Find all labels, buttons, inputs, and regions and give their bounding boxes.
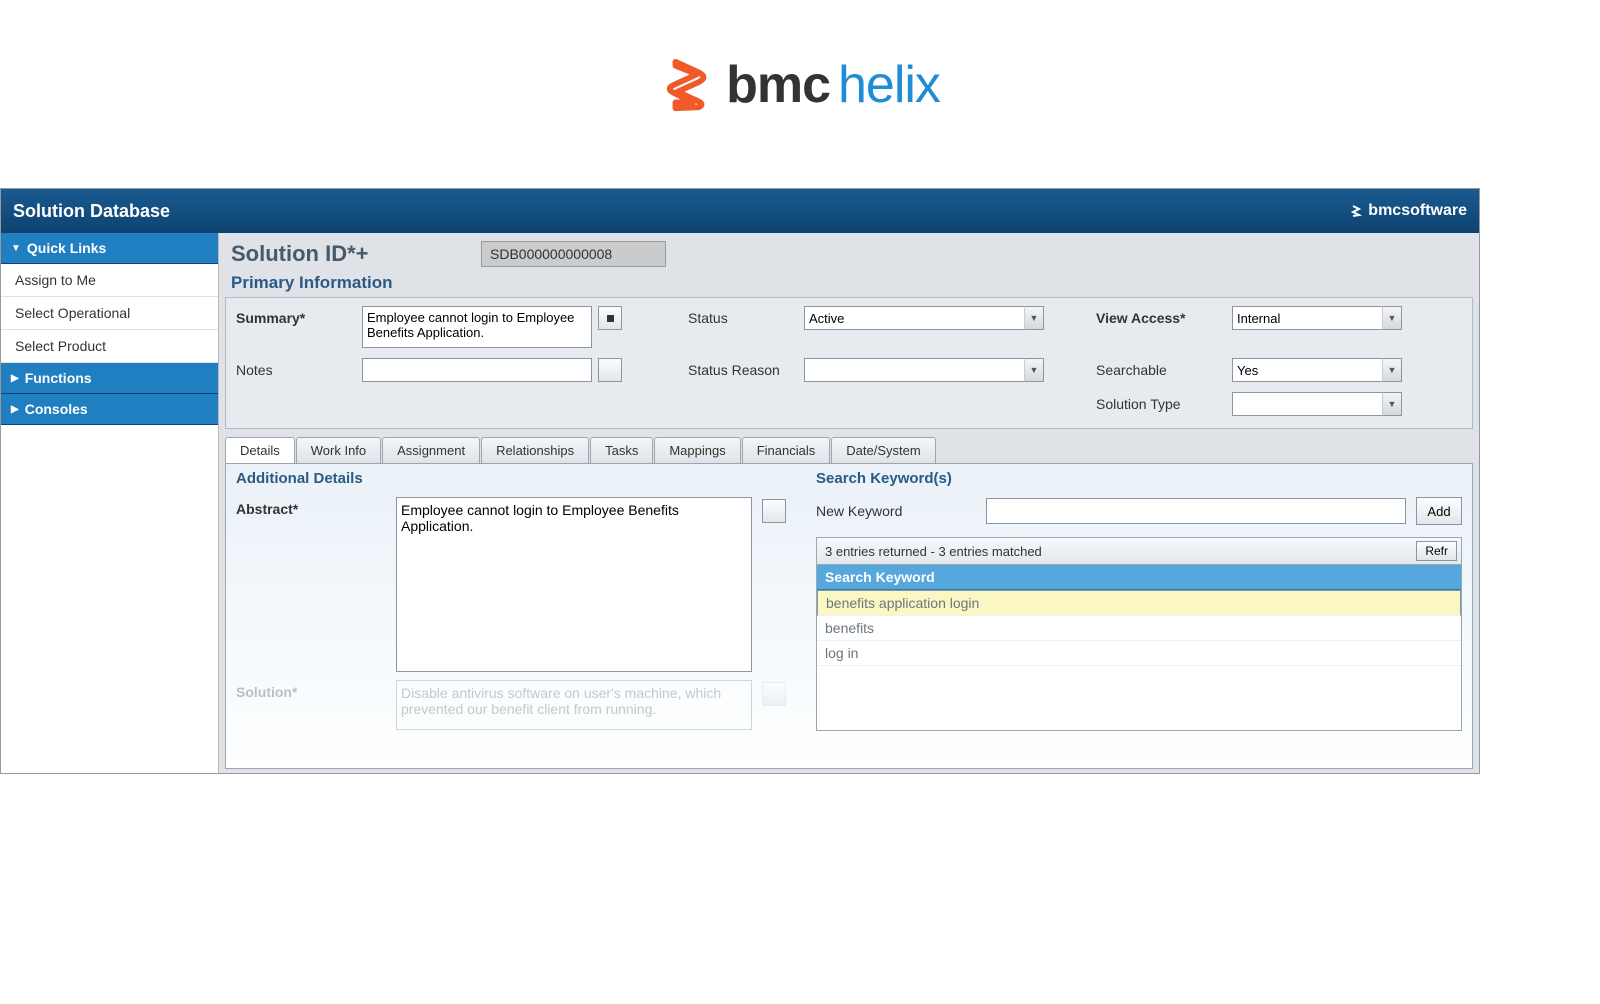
logo-area: bmc helix (0, 0, 1600, 159)
solution-input[interactable] (396, 680, 752, 730)
dropdown-arrow-icon[interactable]: ▼ (1024, 358, 1044, 382)
abstract-input[interactable] (396, 497, 752, 672)
dropdown-arrow-icon[interactable]: ▼ (1382, 392, 1402, 416)
solution-type-value[interactable] (1232, 392, 1402, 416)
new-keyword-label: New Keyword (816, 503, 976, 519)
new-keyword-input[interactable] (986, 498, 1406, 524)
sidebar-section-label: Consoles (25, 401, 88, 417)
caret-right-icon: ▶ (11, 373, 19, 384)
view-access-label: View Access* (1096, 306, 1226, 326)
sidebar-item-assign-to-me[interactable]: Assign to Me (1, 264, 218, 297)
view-access-value[interactable] (1232, 306, 1402, 330)
sidebar-section-label: Functions (25, 370, 92, 386)
summary-input[interactable] (362, 306, 592, 348)
refresh-button[interactable]: Refr (1416, 541, 1457, 561)
caret-down-icon: ▼ (11, 243, 21, 254)
tab-bar: Details Work Info Assignment Relationshi… (225, 437, 1473, 463)
tab-mappings[interactable]: Mappings (654, 437, 740, 463)
status-label: Status (688, 306, 798, 326)
sidebar-section-consoles[interactable]: ▶ Consoles (1, 394, 218, 425)
tab-relationships[interactable]: Relationships (481, 437, 589, 463)
tab-details[interactable]: Details (225, 437, 295, 463)
keyword-grid: 3 entries returned - 3 entries matched R… (816, 537, 1462, 731)
dropdown-arrow-icon[interactable]: ▼ (1382, 358, 1402, 382)
logo-text-helix: helix (838, 55, 940, 115)
status-value[interactable] (804, 306, 1044, 330)
brand-label: bmcsoftware (1350, 202, 1467, 220)
keyword-row[interactable]: benefits (817, 616, 1461, 641)
status-select[interactable]: ▼ (804, 306, 1044, 330)
keyword-row[interactable]: log in (817, 641, 1461, 666)
notes-expand-button[interactable] (598, 358, 622, 382)
brand-icon (1350, 204, 1364, 218)
summary-label: Summary* (236, 306, 356, 326)
notes-input[interactable] (362, 358, 592, 382)
logo-text-bmc: bmc (726, 55, 830, 115)
app-window: Solution Database bmcsoftware ▼ Quick Li… (0, 188, 1480, 774)
dropdown-arrow-icon[interactable]: ▼ (1024, 306, 1044, 330)
view-access-select[interactable]: ▼ (1232, 306, 1402, 330)
sidebar-item-select-operational[interactable]: Select Operational (1, 297, 218, 330)
sidebar-section-functions[interactable]: ▶ Functions (1, 363, 218, 394)
tab-financials[interactable]: Financials (742, 437, 831, 463)
caret-right-icon: ▶ (11, 404, 19, 415)
solution-id-row: Solution ID*+ SDB000000000008 (219, 233, 1479, 271)
solution-id-label: Solution ID*+ (231, 241, 481, 267)
tab-panel-details: Additional Details Abstract* Solution* (225, 463, 1473, 769)
solution-type-select[interactable]: ▼ (1232, 392, 1402, 416)
bmc-logo-icon (660, 56, 718, 114)
solution-id-value: SDB000000000008 (481, 241, 666, 267)
dropdown-arrow-icon[interactable]: ▼ (1382, 306, 1402, 330)
tab-date-system[interactable]: Date/System (831, 437, 935, 463)
status-reason-value[interactable] (804, 358, 1044, 382)
abstract-label: Abstract* (236, 497, 386, 517)
add-keyword-button[interactable]: Add (1416, 497, 1462, 525)
tab-tasks[interactable]: Tasks (590, 437, 653, 463)
summary-expand-button[interactable] (598, 306, 622, 330)
status-reason-label: Status Reason (688, 358, 798, 378)
main-content: Solution ID*+ SDB000000000008 Primary In… (219, 233, 1479, 773)
keyword-grid-header[interactable]: Search Keyword (817, 565, 1461, 590)
status-reason-select[interactable]: ▼ (804, 358, 1044, 382)
keyword-row[interactable]: benefits application login (817, 590, 1461, 616)
searchable-select[interactable]: ▼ (1232, 358, 1402, 382)
searchable-label: Searchable (1096, 358, 1226, 378)
primary-info-title: Primary Information (219, 271, 1479, 297)
searchable-value[interactable] (1232, 358, 1402, 382)
sidebar-item-select-product[interactable]: Select Product (1, 330, 218, 363)
solution-type-label: Solution Type (1096, 392, 1226, 412)
sidebar: ▼ Quick Links Assign to Me Select Operat… (1, 233, 219, 773)
primary-info-panel: Summary* Status ▼ View Access* ▼ Notes (225, 297, 1473, 429)
search-keywords-title: Search Keyword(s) (816, 470, 1462, 487)
titlebar: Solution Database bmcsoftware (1, 189, 1479, 233)
keyword-grid-body: benefits application login benefits log … (817, 590, 1461, 730)
additional-details-title: Additional Details (236, 470, 786, 487)
solution-expand-button[interactable] (762, 682, 786, 706)
tab-assignment[interactable]: Assignment (382, 437, 480, 463)
logo: bmc helix (660, 55, 940, 115)
tab-work-info[interactable]: Work Info (296, 437, 381, 463)
window-title: Solution Database (13, 201, 170, 222)
abstract-expand-button[interactable] (762, 499, 786, 523)
notes-label: Notes (236, 358, 356, 378)
sidebar-section-quick-links[interactable]: ▼ Quick Links (1, 233, 218, 264)
keyword-count-text: 3 entries returned - 3 entries matched (825, 544, 1042, 559)
solution-label: Solution* (236, 680, 386, 700)
square-icon (607, 315, 614, 322)
sidebar-section-label: Quick Links (27, 240, 106, 256)
